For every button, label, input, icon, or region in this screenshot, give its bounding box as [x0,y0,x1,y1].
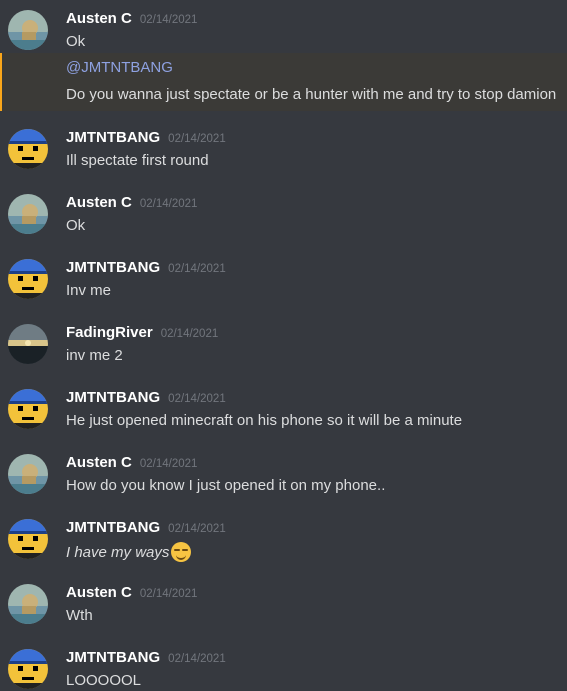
message-text: I have my ways [66,542,192,562]
timestamp: 02/14/2021 [139,458,198,470]
jmtntbang-avatar-icon [8,389,48,429]
timestamp: 02/14/2021 [168,133,226,145]
message-text: Ok [66,217,86,234]
avatar[interactable] [8,649,48,689]
avatar[interactable] [8,519,48,559]
avatar[interactable] [8,389,48,429]
mention-line: @JMTNTBANG [66,59,173,76]
user-mention[interactable]: @JMTNTBANG [66,59,173,76]
austen-avatar-icon [8,584,48,624]
author-name[interactable]: FadingRiver [66,324,153,341]
author-name[interactable]: JMTNTBANG [66,519,160,536]
italic-text: I have my ways [66,544,170,561]
author-name[interactable]: Austen C [66,454,132,471]
austen-avatar-icon [8,454,48,494]
avatar[interactable] [8,259,48,299]
smirk-emoji-icon[interactable] [171,542,192,562]
message-text: He just opened minecraft on his phone so… [66,412,463,429]
avatar[interactable] [8,454,48,494]
message-text: Do you wanna just spectate or be a hunte… [66,86,557,103]
austen-avatar-icon [8,194,48,234]
author-name[interactable]: JMTNTBANG [66,649,160,666]
author-name[interactable]: Austen C [66,10,132,27]
message-text: Inv me [66,282,112,299]
timestamp: 02/14/2021 [168,263,226,275]
jmtntbang-avatar-icon [8,129,48,169]
author-name[interactable]: Austen C [66,194,132,211]
jmtntbang-avatar-icon [8,519,48,559]
timestamp: 02/14/2021 [168,393,226,405]
author-name[interactable]: Austen C [66,584,132,601]
timestamp: 02/14/2021 [168,523,226,535]
jmtntbang-avatar-icon [8,259,48,299]
author-name[interactable]: JMTNTBANG [66,259,160,276]
message-text: inv me 2 [66,347,123,364]
timestamp: 02/14/2021 [160,328,219,340]
timestamp: 02/14/2021 [139,588,198,600]
austen-avatar-icon [8,10,48,50]
fadingriver-avatar-icon [8,324,48,364]
avatar[interactable] [8,194,48,234]
timestamp: 02/14/2021 [168,653,226,665]
author-name[interactable]: JMTNTBANG [66,129,160,146]
message-text: LOOOOOL [66,672,142,689]
chat-log: Austen C 02/14/2021 Ok @JMTNTBANG Do you … [0,0,567,691]
avatar[interactable] [8,584,48,624]
avatar[interactable] [8,10,48,50]
timestamp: 02/14/2021 [139,14,198,26]
message-text: How do you know I just opened it on my p… [66,477,386,494]
message-text: Ok [66,33,86,50]
jmtntbang-avatar-icon [8,649,48,689]
author-name[interactable]: JMTNTBANG [66,389,160,406]
avatar[interactable] [8,324,48,364]
message-text: Wth [66,607,93,624]
timestamp: 02/14/2021 [139,198,198,210]
message-text: Ill spectate first round [66,152,209,169]
avatar[interactable] [8,129,48,169]
